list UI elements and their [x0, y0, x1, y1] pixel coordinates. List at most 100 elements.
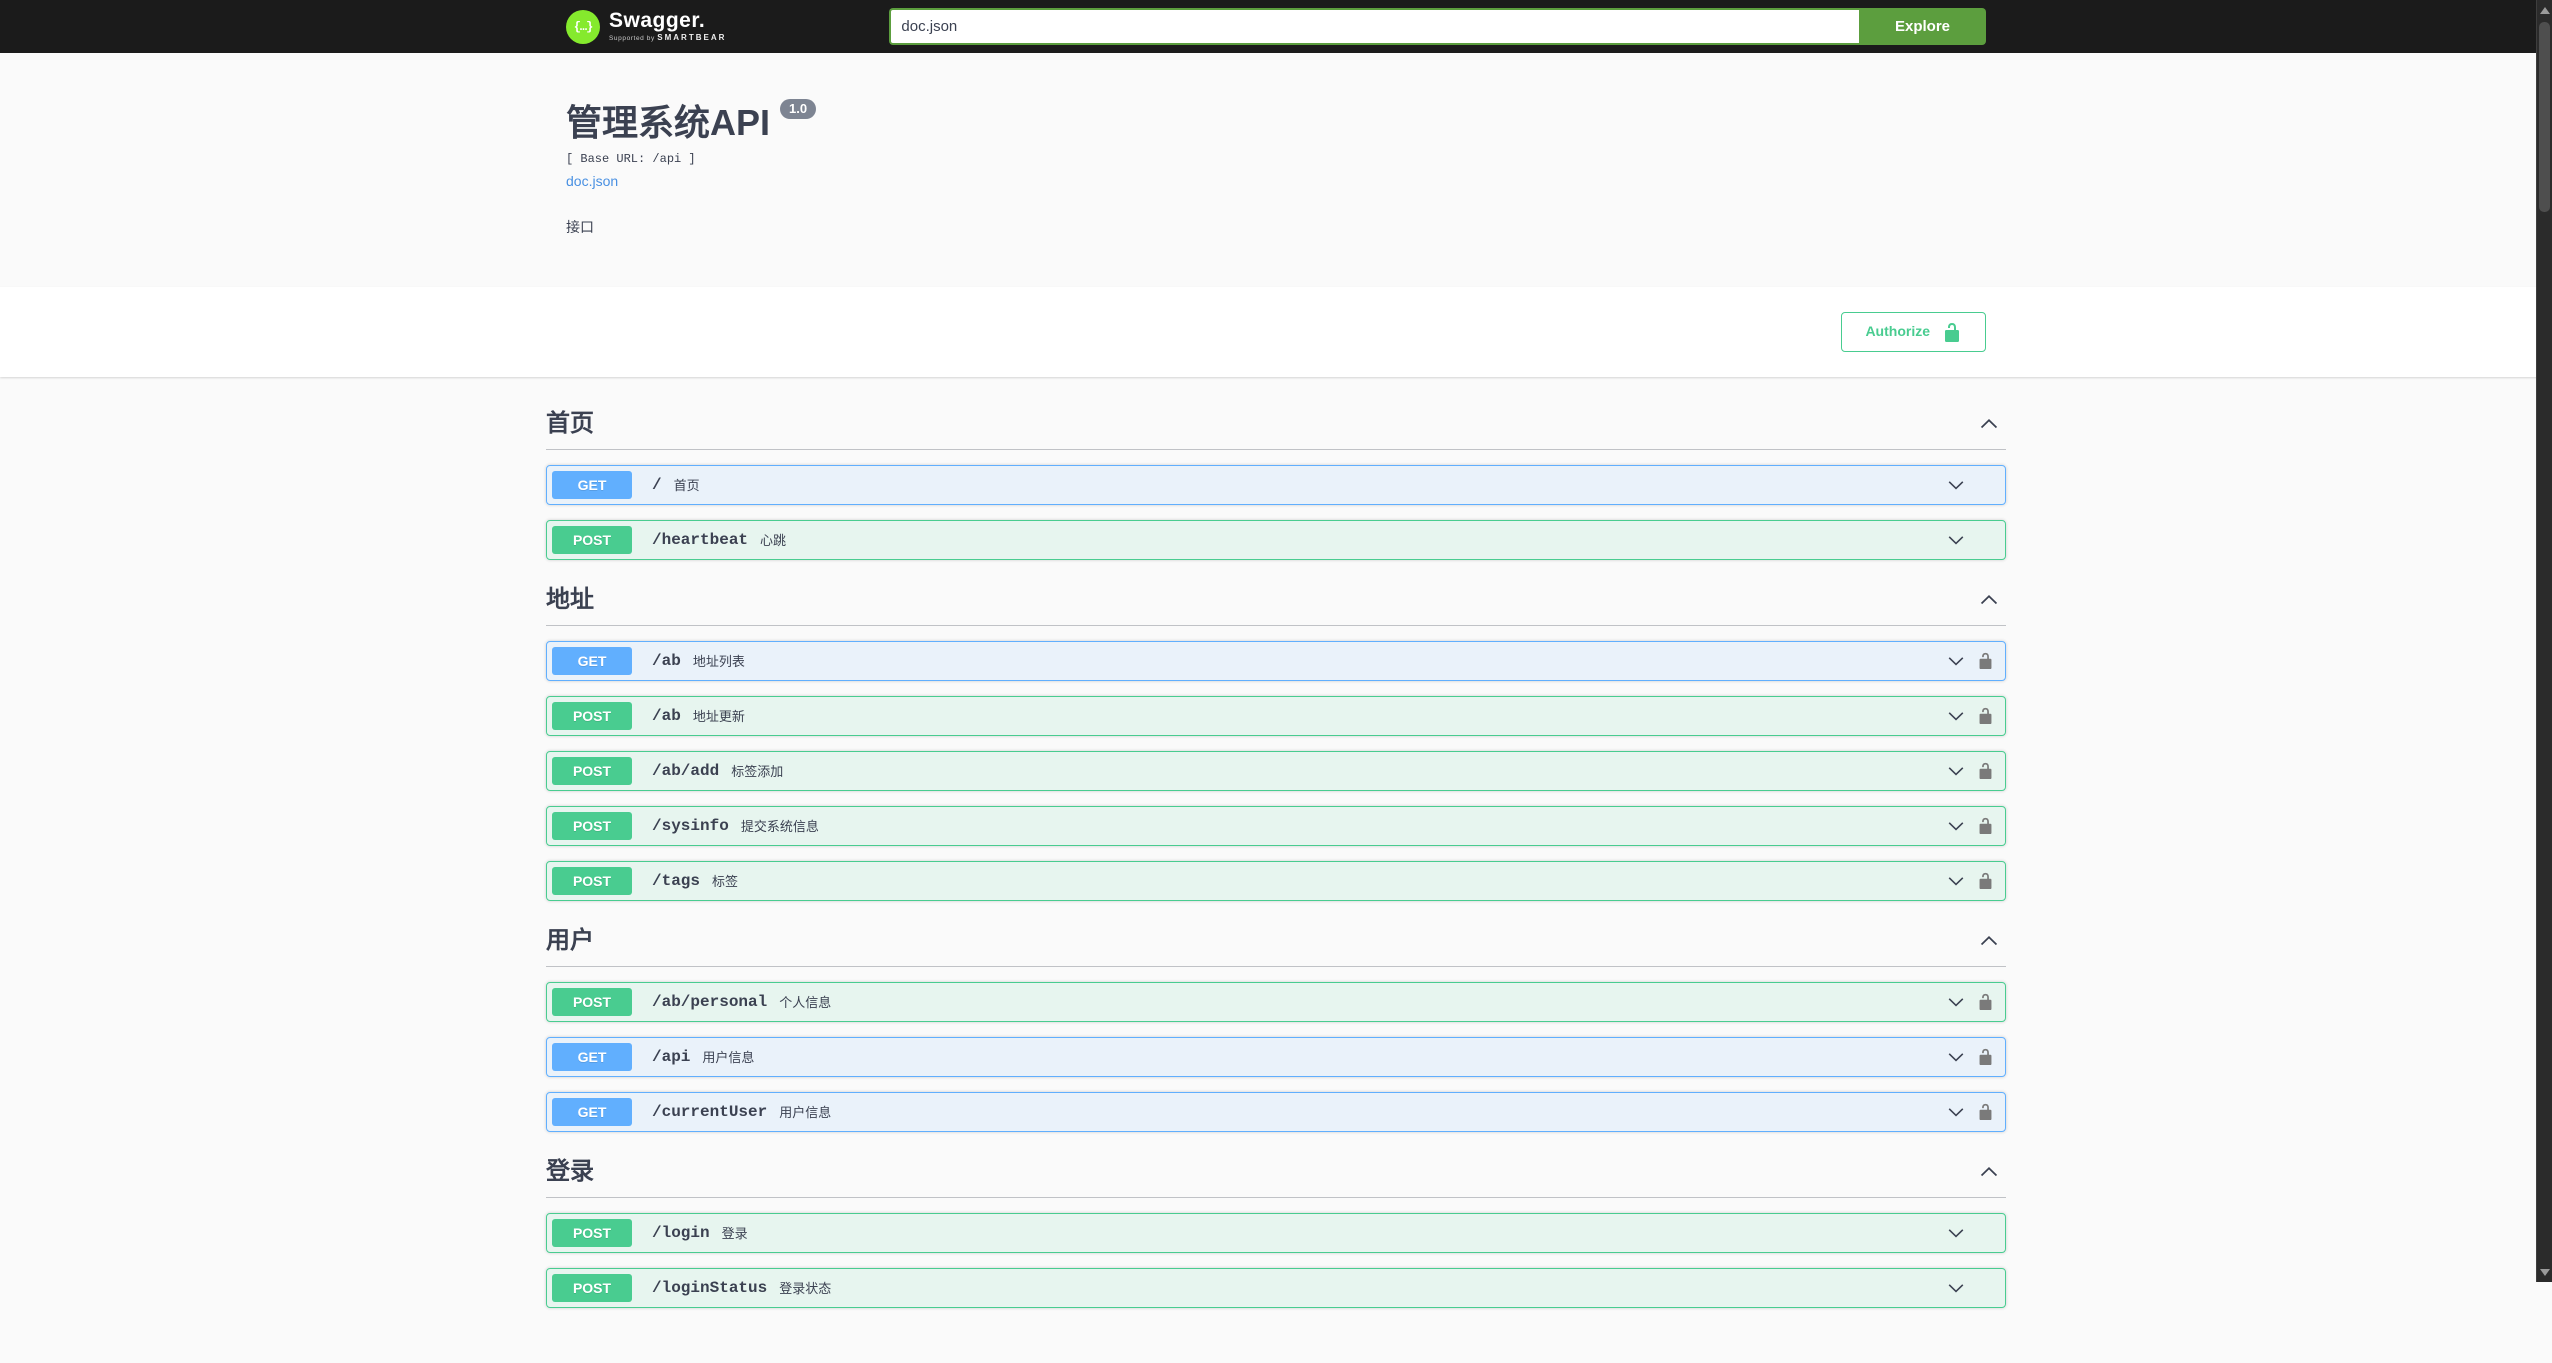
operation-summary[interactable]: POST /ab/add 标签添加 [547, 752, 2005, 790]
operation-row: POST /heartbeat 心跳 [546, 519, 2006, 560]
triangle-up-icon [2540, 6, 2550, 14]
api-description: 接口 [566, 218, 594, 235]
operation-path: /api [652, 1047, 691, 1066]
chevron-down-icon[interactable] [1942, 475, 1970, 495]
padlock-icon[interactable] [1970, 762, 2000, 780]
tag-header[interactable]: 首页 [546, 399, 2006, 450]
operation-path: /currentUser [652, 1102, 768, 1121]
tag-section: 登录 POST /login 登录 POST /loginStatus 登录状态 [546, 1147, 2006, 1308]
method-badge: GET [552, 1042, 632, 1071]
padlock-icon[interactable] [1970, 872, 2000, 890]
brand-tagline: Supported by SMARTBEAR [609, 33, 727, 43]
tag-header[interactable]: 用户 [546, 916, 2006, 967]
operation-summary[interactable]: GET / 首页 [547, 466, 2005, 504]
operation-description: 标签 [712, 874, 739, 890]
operation-path: /sysinfo [652, 816, 729, 835]
operation-description: 提交系统信息 [740, 819, 819, 835]
swagger-logo[interactable]: {…} Swagger Supported by SMARTBEAR [566, 9, 727, 44]
spec-link[interactable]: doc.json [566, 173, 618, 189]
chevron-down-icon[interactable] [1942, 992, 1970, 1012]
scrollbar-up-button[interactable] [2537, 0, 2552, 20]
operation-path: /ab/add [652, 761, 720, 780]
operation-path: /ab [652, 706, 681, 725]
operation-summary[interactable]: POST /tags 标签 [547, 862, 2005, 900]
operation-summary[interactable]: POST /login 登录 [547, 1214, 2005, 1252]
method-badge: GET [552, 470, 632, 499]
operation-path: / [652, 475, 662, 494]
tag-header[interactable]: 登录 [546, 1147, 2006, 1198]
vertical-scrollbar[interactable] [2536, 0, 2552, 1282]
operation-summary[interactable]: POST /loginStatus 登录状态 [547, 1269, 2005, 1307]
operation-path: /loginStatus [652, 1278, 768, 1297]
padlock-icon[interactable] [1970, 1103, 2000, 1121]
operation-description: 个人信息 [779, 995, 832, 1011]
chevron-down-icon[interactable] [1942, 1102, 1970, 1122]
chevron-down-icon[interactable] [1942, 530, 1970, 550]
operation-summary[interactable]: POST /heartbeat 心跳 [547, 521, 2005, 559]
operation-row: POST /tags 标签 [546, 860, 2006, 901]
chevron-down-icon[interactable] [1942, 1278, 1970, 1298]
unlock-icon [1942, 322, 1962, 342]
method-badge: POST [552, 866, 632, 895]
operation-description: 地址更新 [692, 709, 745, 725]
padlock-icon[interactable] [1970, 707, 2000, 725]
operation-row: POST /login 登录 [546, 1212, 2006, 1253]
chevron-up-icon[interactable] [1978, 1161, 2006, 1183]
tag-section: 地址 GET /ab 地址列表 POST /ab 地址更新 POST /ab/a… [546, 575, 2006, 901]
operation-summary[interactable]: GET /ab 地址列表 [547, 642, 2005, 680]
padlock-icon[interactable] [1970, 817, 2000, 835]
chevron-down-icon[interactable] [1942, 816, 1970, 836]
operation-description: 用户信息 [702, 1050, 755, 1066]
explore-button[interactable]: Explore [1859, 8, 1986, 45]
padlock-icon[interactable] [1970, 1224, 2000, 1241]
method-badge: POST [552, 811, 632, 840]
padlock-icon[interactable] [1970, 476, 2000, 493]
chevron-down-icon[interactable] [1942, 651, 1970, 671]
topbar: {…} Swagger Supported by SMARTBEAR Explo… [0, 0, 2552, 53]
spec-url-input[interactable] [889, 8, 1859, 45]
base-url: [ Base URL: /api ] [566, 151, 696, 166]
operation-row: GET /ab 地址列表 [546, 640, 2006, 681]
tag-title: 用户 [546, 926, 594, 954]
tag-title: 登录 [546, 1157, 594, 1185]
method-badge: POST [552, 701, 632, 730]
operation-path: /ab/personal [652, 992, 768, 1011]
chevron-up-icon[interactable] [1978, 413, 2006, 435]
operation-row: GET /api 用户信息 [546, 1036, 2006, 1077]
operation-path: /login [652, 1223, 710, 1242]
operation-summary[interactable]: GET /currentUser 用户信息 [547, 1093, 2005, 1131]
operation-row: GET / 首页 [546, 464, 2006, 505]
scheme-container: Authorize [0, 286, 2552, 377]
scrollbar-thumb[interactable] [2539, 22, 2550, 212]
operation-description: 登录 [721, 1226, 748, 1242]
operation-row: POST /sysinfo 提交系统信息 [546, 805, 2006, 846]
brand-name: Swagger [609, 10, 726, 31]
chevron-up-icon[interactable] [1978, 930, 2006, 952]
chevron-down-icon[interactable] [1942, 761, 1970, 781]
operation-description: 地址列表 [692, 654, 745, 670]
tag-header[interactable]: 地址 [546, 575, 2006, 626]
operation-summary[interactable]: POST /ab/personal 个人信息 [547, 983, 2005, 1021]
operation-summary[interactable]: GET /api 用户信息 [547, 1038, 2005, 1076]
padlock-icon[interactable] [1970, 652, 2000, 670]
authorize-button[interactable]: Authorize [1841, 311, 1986, 352]
chevron-down-icon[interactable] [1942, 871, 1970, 891]
padlock-icon[interactable] [1970, 531, 2000, 548]
padlock-icon[interactable] [1970, 1048, 2000, 1066]
operation-row: GET /currentUser 用户信息 [546, 1091, 2006, 1132]
operation-description: 首页 [673, 478, 700, 494]
chevron-down-icon[interactable] [1942, 706, 1970, 726]
operation-summary[interactable]: POST /ab 地址更新 [547, 697, 2005, 735]
tag-title: 首页 [546, 409, 594, 437]
operation-summary[interactable]: POST /sysinfo 提交系统信息 [547, 807, 2005, 845]
chevron-up-icon[interactable] [1978, 589, 2006, 611]
chevron-down-icon[interactable] [1942, 1223, 1970, 1243]
tag-section: 首页 GET / 首页 POST /heartbeat 心跳 [546, 399, 2006, 560]
scrollbar-down-button[interactable] [2537, 1262, 2552, 1282]
swagger-logo-icon: {…} [566, 9, 600, 44]
operation-row: POST /loginStatus 登录状态 [546, 1267, 2006, 1308]
padlock-icon[interactable] [1970, 993, 2000, 1011]
chevron-down-icon[interactable] [1942, 1047, 1970, 1067]
operation-path: /heartbeat [652, 530, 749, 549]
spec-url-form: Explore [889, 8, 1986, 45]
